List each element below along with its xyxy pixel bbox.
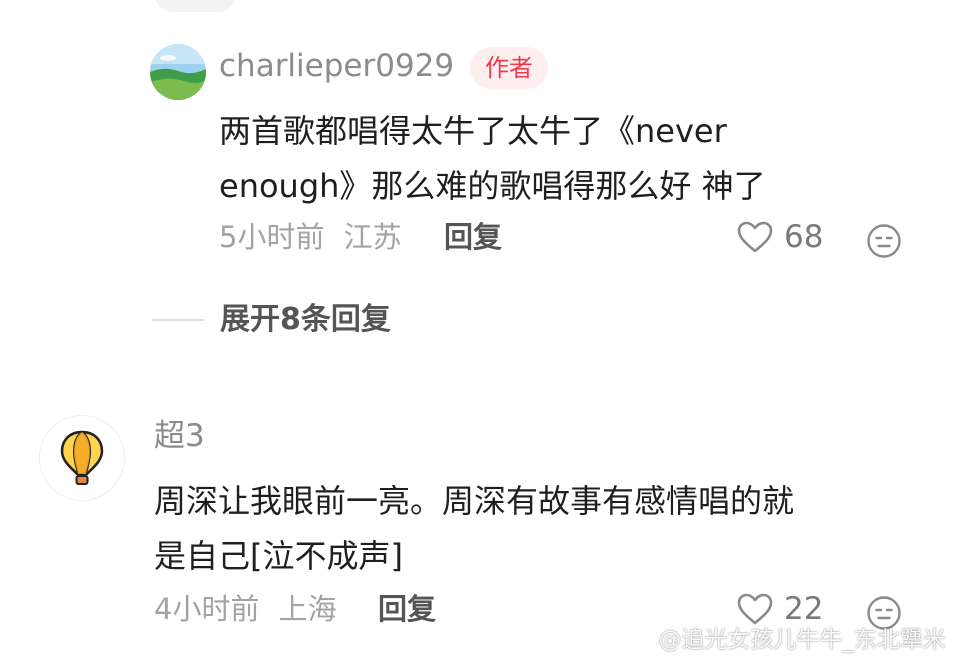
comment-username[interactable]: 超3 (154, 421, 205, 452)
comment-text-line: enough》那么难的歌唱得那么好 神了 (219, 167, 766, 205)
comment-text-line: 周深让我眼前一亮。周深有故事有感情唱的就 (154, 482, 795, 520)
reply-button[interactable]: 回复 (444, 223, 502, 252)
dislike-button[interactable] (866, 223, 902, 259)
expand-divider (152, 319, 204, 321)
like-button[interactable]: 68 (736, 220, 823, 254)
comment-text-line: 是自己[泣不成声] (154, 537, 403, 575)
watermark-text: @追光女孩儿牛牛_东北犟米 (658, 627, 947, 653)
comment-time: 5小时前 (219, 220, 325, 254)
expand-replies-label: 展开8条回复 (220, 302, 391, 337)
heart-outline-icon (737, 221, 773, 253)
avatar[interactable] (40, 416, 124, 500)
watermark: @追光女孩儿牛牛_东北犟米 (623, 620, 947, 654)
comment-text-line: 两首歌都唱得太牛了太牛了《never (219, 112, 727, 150)
hot-air-balloon-icon (40, 416, 124, 500)
comment-text: 周深让我眼前一亮。周深有故事有感情唱的就 是自己[泣不成声] (154, 474, 794, 584)
expand-replies-button[interactable]: 展开8条回复 (152, 305, 391, 335)
comment-text: 两首歌都唱得太牛了太牛了《never enough》那么难的歌唱得那么好 神了 (219, 104, 766, 214)
avatar[interactable] (150, 44, 206, 100)
comment-meta: 4小时前 上海 (154, 595, 347, 624)
comment-meta: 5小时前 江苏 (219, 223, 412, 252)
previous-reply-pill[interactable] (155, 0, 235, 12)
reply-button[interactable]: 回复 (378, 595, 436, 624)
neutral-face-icon (867, 224, 901, 258)
author-badge: 作者 (470, 47, 548, 89)
comment-location: 上海 (278, 592, 337, 626)
comment-username[interactable]: charlieper0929 (219, 51, 454, 82)
comment-time: 4小时前 (154, 592, 260, 626)
landscape-avatar-image (150, 44, 206, 100)
like-count: 68 (784, 218, 824, 255)
comment-location: 江苏 (343, 220, 402, 254)
weibo-logo-icon (623, 627, 651, 649)
